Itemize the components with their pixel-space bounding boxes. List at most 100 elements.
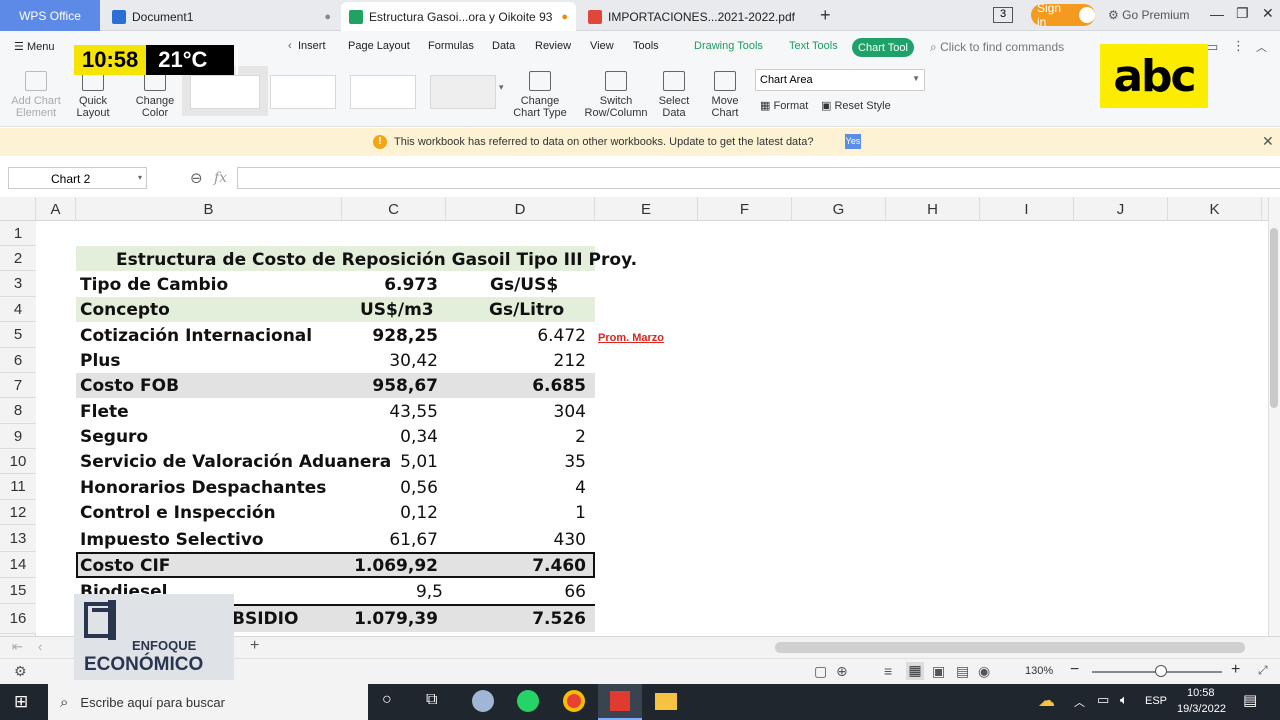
quick-layout-button[interactable]: Quick Layout xyxy=(70,71,116,119)
concept-cell[interactable]: Control e Inspección xyxy=(80,503,276,523)
col-f[interactable]: F xyxy=(698,197,792,221)
col-i[interactable]: I xyxy=(980,197,1074,221)
more-options-icon[interactable]: ⋮ xyxy=(1232,38,1245,54)
select-data-button[interactable]: Select Data xyxy=(654,71,694,119)
sheet-title[interactable]: Estructura de Costo de Reposición Gasoil… xyxy=(116,250,637,270)
chrome-icon[interactable] xyxy=(563,690,585,712)
gs-cell[interactable]: 66 xyxy=(446,582,586,602)
row-2[interactable]: 2 xyxy=(0,246,36,271)
concept-cell[interactable]: Costo FOB xyxy=(80,376,179,396)
exchange-rate-label[interactable]: Tipo de Cambio xyxy=(80,275,228,295)
concept-cell[interactable]: Cotización Internacional xyxy=(80,326,312,346)
notice-close-icon[interactable]: ✕ xyxy=(1262,133,1274,150)
add-sheet-button[interactable]: + xyxy=(250,637,259,655)
page-break-view-icon[interactable]: ▣ xyxy=(932,663,945,680)
menu-review[interactable]: Review xyxy=(535,40,571,52)
menu-data[interactable]: Data xyxy=(492,40,515,52)
change-color-button[interactable]: Change Color xyxy=(130,71,180,119)
pinned-app-icon[interactable] xyxy=(472,690,494,712)
col-a[interactable]: A xyxy=(36,197,76,221)
menu-view[interactable]: View xyxy=(590,40,614,52)
row-16[interactable]: 16 xyxy=(0,604,36,634)
gs-cell[interactable]: 6.472 xyxy=(446,326,586,346)
page-layout-view-icon[interactable]: ▤ xyxy=(956,663,969,680)
reset-style-button[interactable]: ▣ Reset Style xyxy=(821,99,891,112)
protect-view-icon[interactable]: ▢ xyxy=(814,663,827,680)
command-search[interactable]: ⌕ Click to find commands xyxy=(930,40,1064,55)
chart-style-1[interactable] xyxy=(190,75,260,109)
concept-cell[interactable]: Honorarios Despachantes xyxy=(80,478,326,498)
usd-cell[interactable]: 9,5 xyxy=(342,582,443,602)
prom-marzo-note[interactable]: Prom. Marzo xyxy=(598,332,664,344)
row-6[interactable]: 6 xyxy=(0,348,36,373)
tab-estructura-gasoil[interactable]: Estructura Gasoi...ora y Oikoite 93 ● xyxy=(341,2,576,31)
gs-cell[interactable]: 304 xyxy=(446,402,586,422)
header-concept[interactable]: Concepto xyxy=(80,300,170,320)
add-chart-element-button[interactable]: Add Chart Element xyxy=(10,71,62,119)
name-box-dropdown-icon[interactable]: ▾ xyxy=(138,173,142,182)
gallery-expand-icon[interactable]: ▾ xyxy=(499,82,504,93)
usd-cell[interactable]: 61,67 xyxy=(342,530,438,550)
col-e[interactable]: E xyxy=(595,197,698,221)
fx-icon[interactable]: fx xyxy=(214,170,227,186)
col-d[interactable]: D xyxy=(446,197,595,221)
move-chart-button[interactable]: Move Chart xyxy=(706,71,744,119)
formula-input[interactable] xyxy=(237,167,1280,189)
gs-cell[interactable]: 212 xyxy=(446,351,586,371)
notification-center-icon[interactable]: ▤ xyxy=(1243,691,1257,709)
menu-drawing-tools[interactable]: Drawing Tools xyxy=(694,40,763,52)
tray-chevron-icon[interactable]: ︿ xyxy=(1074,694,1085,710)
taskbar-search-box[interactable]: ⌕ Escribe aquí para buscar xyxy=(48,684,368,720)
zoom-slider-handle[interactable] xyxy=(1155,665,1167,677)
usd-cell[interactable]: 0,34 xyxy=(342,427,438,447)
go-premium-button[interactable]: ⚙ Go Premium xyxy=(1108,8,1189,22)
concept-cell[interactable]: Costo CIF xyxy=(80,556,170,576)
header-gs[interactable]: Gs/Litro xyxy=(489,300,564,320)
usd-cell[interactable]: 0,56 xyxy=(342,478,438,498)
gs-cell[interactable]: 35 xyxy=(446,452,586,472)
tab-importaciones-pdf[interactable]: IMPORTACIONES...2021-2022.pdf xyxy=(580,2,810,31)
fullscreen-icon[interactable]: ⤢ xyxy=(1258,663,1268,678)
concept-cell[interactable]: Impuesto Selectivo xyxy=(80,530,264,550)
collapse-ribbon-icon[interactable]: ︿ xyxy=(1256,39,1267,55)
task-view-icon[interactable]: ⧉ xyxy=(426,691,437,709)
sign-in-button[interactable]: Sign in xyxy=(1031,1,1095,29)
scroll-left-icon[interactable]: ‹ xyxy=(288,40,292,52)
new-tab-button[interactable]: + xyxy=(820,5,831,26)
eye-protection-icon[interactable]: ◉ xyxy=(978,663,990,680)
crosshair-icon[interactable]: ⊕ xyxy=(836,663,848,680)
freeze-icon[interactable]: ≡ xyxy=(884,663,892,679)
select-all-corner[interactable] xyxy=(0,197,36,221)
menu-page-layout[interactable]: Page Layout xyxy=(348,40,410,52)
row-3[interactable]: 3 xyxy=(0,271,36,297)
normal-view-icon[interactable]: ▦ xyxy=(906,662,924,680)
minimize-icon[interactable]: — xyxy=(1210,6,1224,22)
format-button[interactable]: ▦ Format xyxy=(760,99,808,112)
zoom-level[interactable]: 130% xyxy=(1025,665,1053,677)
row-7[interactable]: 7 xyxy=(0,373,36,398)
usd-cell[interactable]: 1.069,92 xyxy=(342,556,438,576)
vertical-scroll-thumb[interactable] xyxy=(1270,228,1278,408)
concept-cell[interactable]: BSIDIO xyxy=(232,609,298,629)
gs-cell[interactable]: 1 xyxy=(446,503,586,523)
hamburger-menu-button[interactable]: ☰ Menu xyxy=(14,40,54,53)
usd-cell[interactable]: 0,12 xyxy=(342,503,438,523)
taskbar-clock-time[interactable]: 10:58 xyxy=(1187,687,1215,699)
gs-cell[interactable]: 6.685 xyxy=(446,376,586,396)
row-11[interactable]: 11 xyxy=(0,474,36,500)
gs-cell[interactable]: 430 xyxy=(446,530,586,550)
name-box[interactable]: Chart 2 ▾ xyxy=(8,167,147,189)
row-9[interactable]: 9 xyxy=(0,424,36,449)
concept-cell[interactable]: Seguro xyxy=(80,427,148,447)
macro-icon[interactable]: ⚙ xyxy=(14,663,27,680)
gs-cell[interactable]: 4 xyxy=(446,478,586,498)
close-icon[interactable]: ✕ xyxy=(1262,5,1274,22)
col-c[interactable]: C xyxy=(342,197,446,221)
row-1[interactable]: 1 xyxy=(0,221,36,246)
file-explorer-icon[interactable] xyxy=(655,693,677,710)
row-14[interactable]: 14 xyxy=(0,552,36,578)
menu-chart-tool[interactable]: Chart Tool xyxy=(852,38,914,57)
zoom-out-button[interactable]: − xyxy=(1070,661,1079,679)
notice-yes-button[interactable]: Yes xyxy=(845,134,861,149)
taskbar-clock-date[interactable]: 19/3/2022 xyxy=(1177,703,1226,715)
